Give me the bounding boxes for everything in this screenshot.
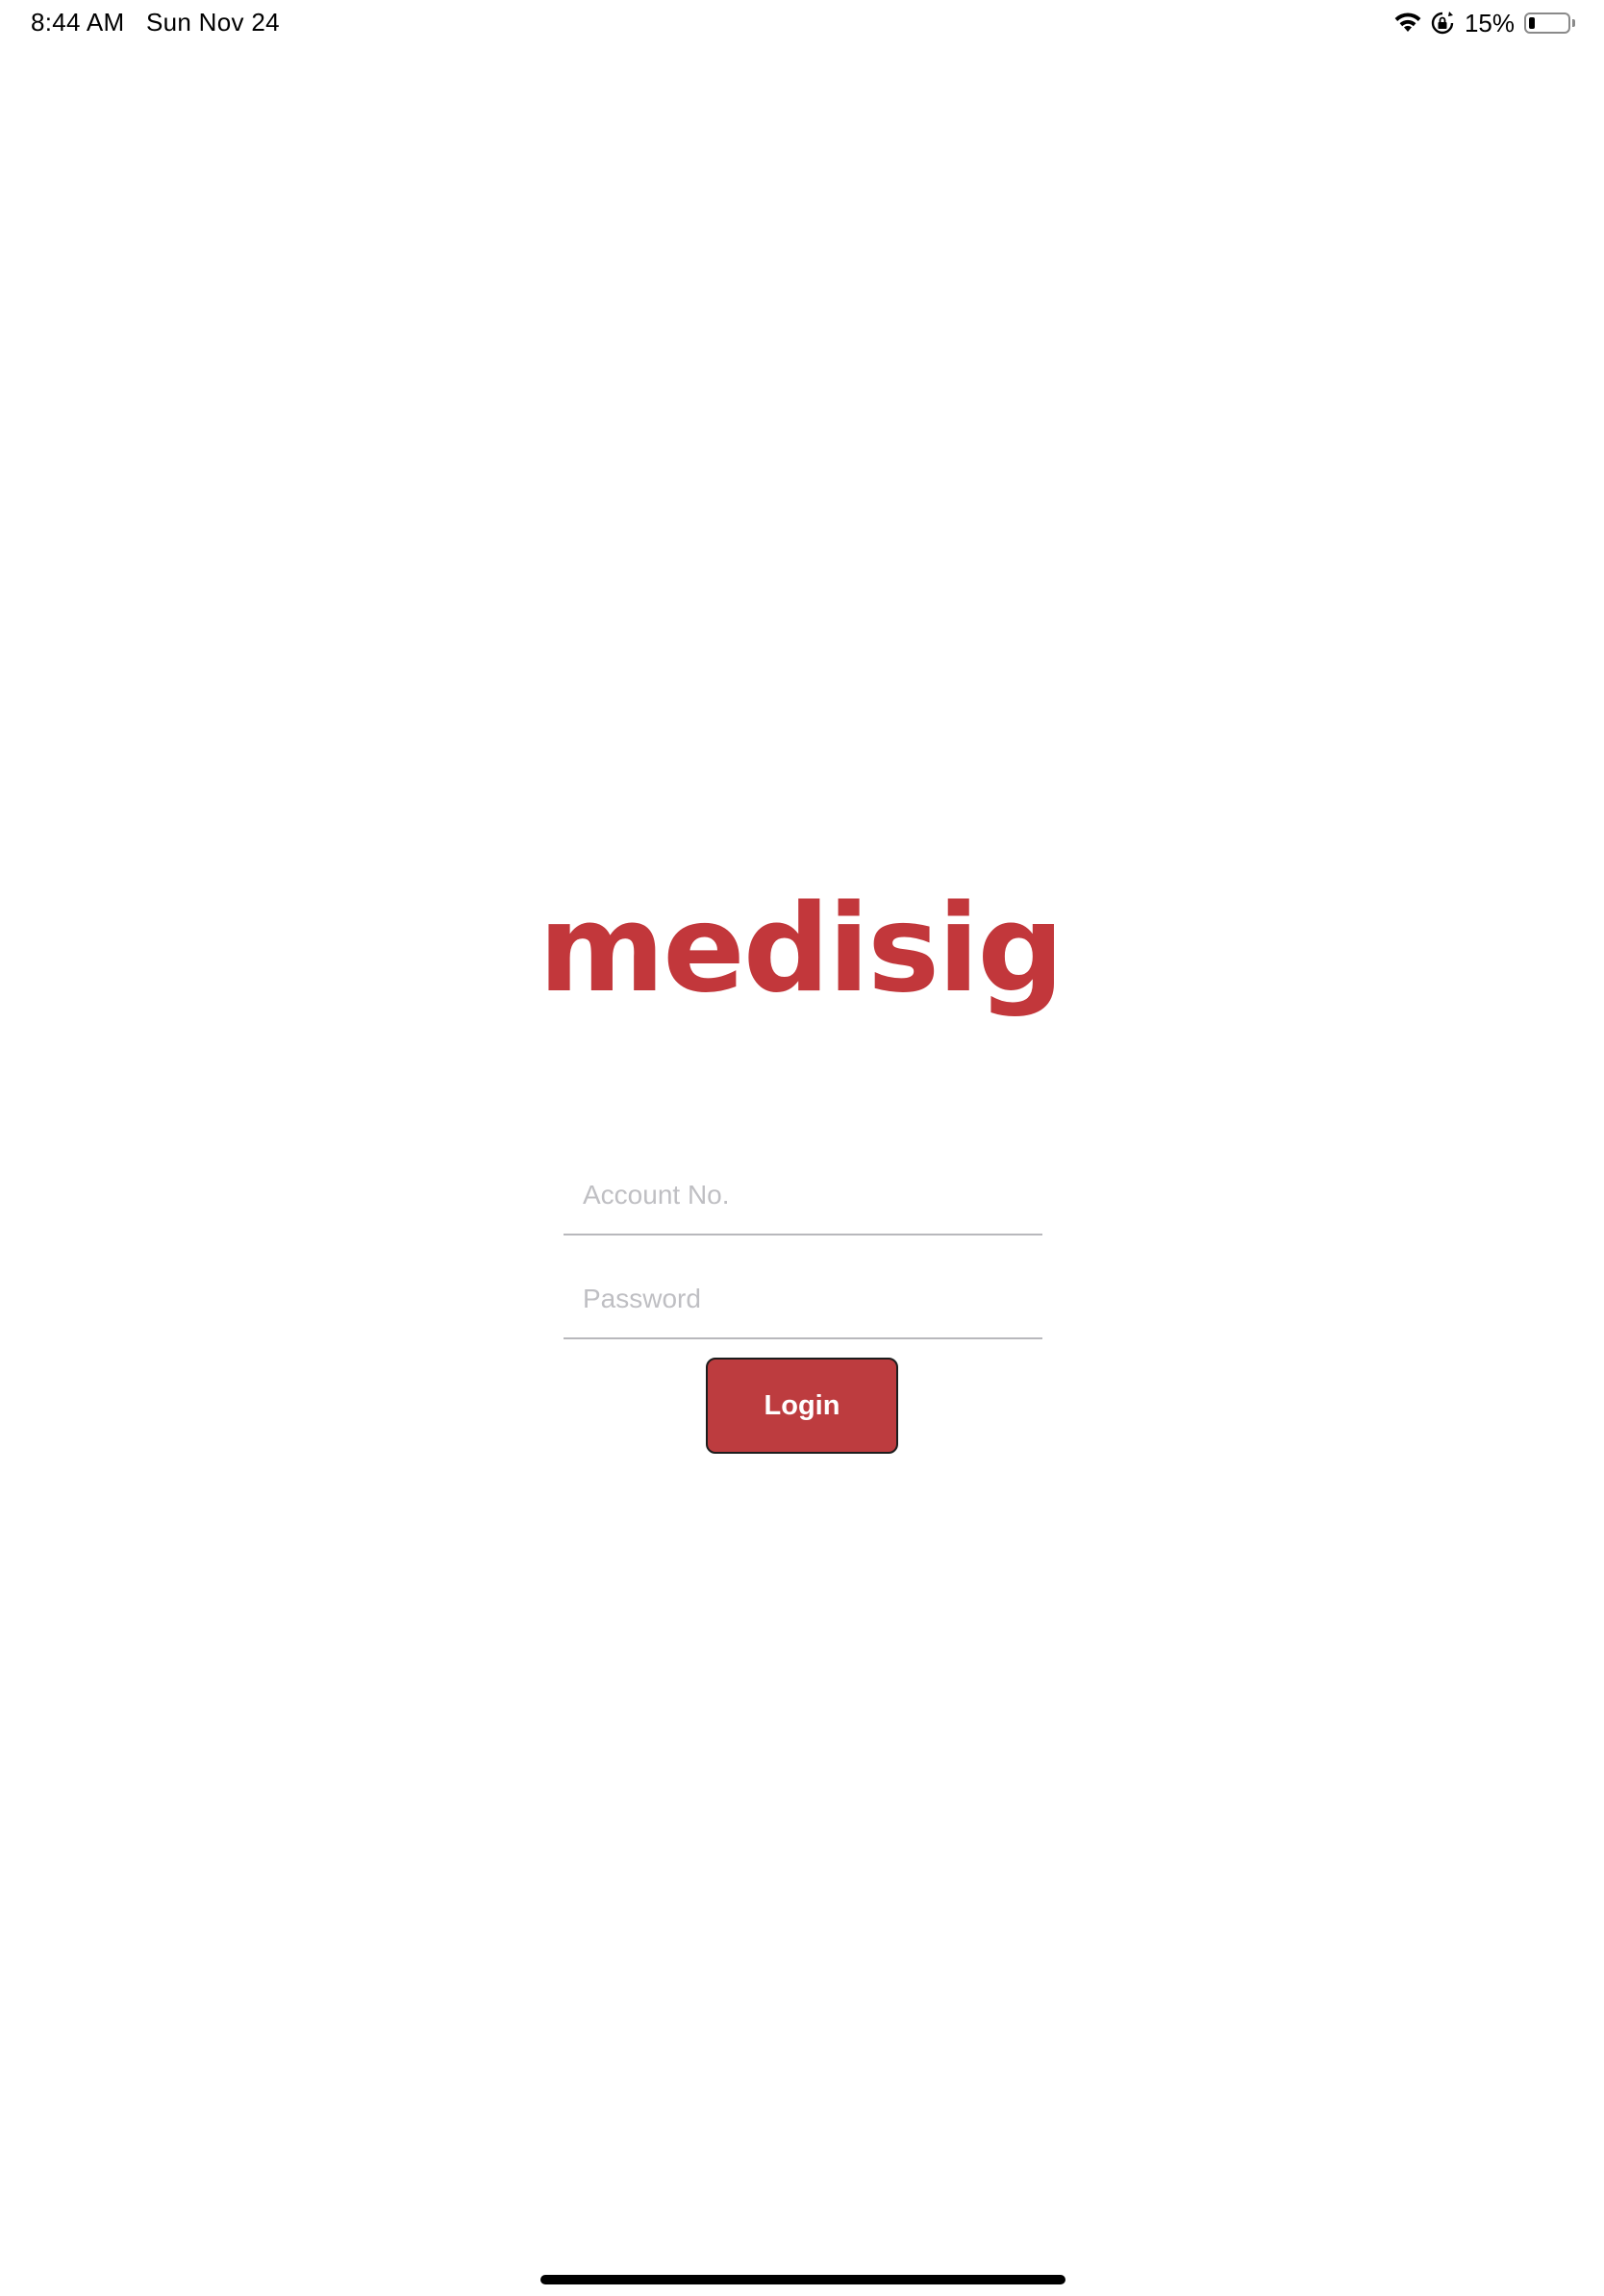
logo-text: medisign — [539, 889, 1058, 1019]
battery-level-fill — [1529, 17, 1535, 29]
login-button-label: Login — [764, 1389, 840, 1421]
medisign-logo: medisign — [539, 878, 1148, 1034]
wifi-icon — [1393, 12, 1422, 35]
status-bar: 8:44 AM Sun Nov 24 15% — [0, 0, 1604, 46]
login-button[interactable]: Login — [706, 1358, 898, 1454]
password-field[interactable] — [564, 1253, 1042, 1339]
status-time: 8:44 AM — [31, 8, 125, 37]
login-screen: 8:44 AM Sun Nov 24 15% medisig Account N… — [0, 0, 1604, 2296]
battery-percent: 15% — [1464, 8, 1515, 37]
password-input[interactable] — [583, 1284, 1025, 1314]
account-field[interactable] — [564, 1149, 1042, 1235]
orientation-lock-icon — [1430, 11, 1455, 36]
account-input[interactable] — [583, 1180, 1025, 1210]
home-indicator[interactable] — [540, 2275, 1065, 2284]
battery-tip — [1572, 19, 1575, 27]
status-date: Sun Nov 24 — [146, 8, 280, 37]
status-indicators: 15% — [1393, 8, 1575, 38]
battery-icon — [1524, 12, 1570, 34]
